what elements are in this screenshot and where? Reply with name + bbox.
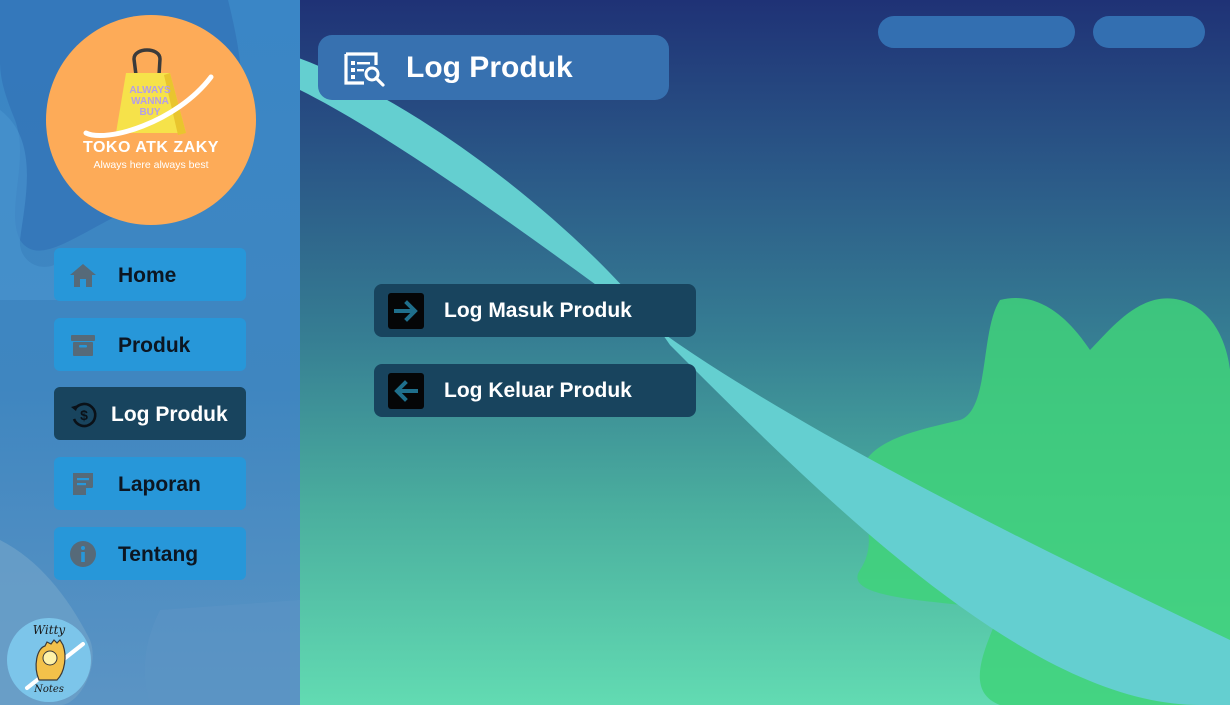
top-bar-pill-left[interactable]: [878, 16, 1075, 48]
page-header: Log Produk: [318, 35, 669, 100]
sidebar-item-label: Laporan: [118, 473, 201, 496]
log-keluar-produk-button[interactable]: Log Keluar Produk: [374, 364, 696, 417]
sidebar-item-produk[interactable]: Produk: [54, 318, 246, 371]
witty-text: Witty: [33, 623, 66, 637]
log-masuk-produk-label: Log Masuk Produk: [444, 299, 632, 322]
background-ribbon-and-blob: [300, 58, 1230, 705]
notes-text: Notes: [33, 684, 64, 695]
sidebar-item-laporan[interactable]: Laporan: [54, 457, 246, 510]
sidebar-item-label: Tentang: [118, 543, 199, 566]
bag-text-wanna: WANNA: [131, 96, 169, 107]
sidebar-item-label: Produk: [118, 334, 191, 357]
store-tagline: Always here always best: [93, 159, 209, 171]
sidebar-item-home[interactable]: Home: [54, 248, 246, 301]
bag-text-buy: BUY: [139, 107, 160, 118]
info-icon: [68, 539, 98, 569]
log-masuk-produk-button[interactable]: Log Masuk Produk: [374, 284, 696, 337]
store-logo: ALWAYS WANNA BUY TOKO ATK ZAKY Always he…: [46, 15, 256, 225]
svg-text:$: $: [80, 407, 88, 423]
top-bar-pill-right[interactable]: [1093, 16, 1205, 48]
arrow-left-icon: [388, 373, 424, 409]
dollar-history-icon: $: [68, 399, 98, 429]
witty-notes-logo: Witty Notes: [7, 618, 91, 702]
page-title: Log Produk: [406, 51, 573, 84]
store-name: TOKO ATK ZAKY: [83, 139, 219, 156]
sidebar: ALWAYS WANNA BUY TOKO ATK ZAKY Always he…: [0, 0, 300, 705]
document-search-icon: [342, 50, 386, 88]
main-content: Log Produk Log Masuk Produk Log Keluar P…: [300, 0, 1230, 705]
sidebar-item-label: Home: [118, 264, 177, 287]
bag-text-always: ALWAYS: [129, 85, 171, 96]
note-edit-icon: [68, 469, 98, 499]
home-icon: [68, 260, 98, 290]
archive-box-icon: [68, 330, 98, 360]
sidebar-item-log-produk[interactable]: $ Log Produk: [54, 387, 246, 440]
app-window: ALWAYS WANNA BUY TOKO ATK ZAKY Always he…: [0, 0, 1230, 705]
sidebar-item-tentang[interactable]: Tentang: [54, 527, 246, 580]
log-keluar-produk-label: Log Keluar Produk: [444, 379, 632, 402]
arrow-right-icon: [388, 293, 424, 329]
sidebar-item-label: Log Produk: [111, 403, 228, 426]
